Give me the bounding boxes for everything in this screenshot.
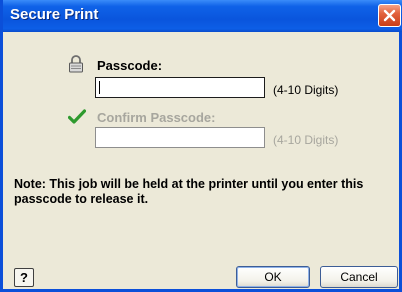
confirm-passcode-hint: (4-10 Digits) (273, 133, 339, 147)
secure-print-dialog: Secure Print Passcode: (4-10 Digits) Con… (0, 0, 402, 292)
window-title: Secure Print (10, 6, 99, 23)
passcode-hint: (4-10 Digits) (273, 83, 339, 97)
check-icon (68, 109, 86, 124)
confirm-passcode-input[interactable] (95, 127, 265, 148)
passcode-label: Passcode: (97, 58, 163, 73)
lock-icon (69, 55, 83, 73)
close-button[interactable] (378, 4, 401, 27)
title-bar[interactable]: Secure Print (3, 0, 402, 32)
cancel-button[interactable]: Cancel (320, 266, 398, 288)
ok-button[interactable]: OK (236, 266, 310, 288)
close-icon (383, 9, 396, 22)
note-text: Note: This job will be held at the print… (14, 177, 364, 206)
help-button[interactable]: ? (14, 268, 34, 287)
text-caret (99, 81, 100, 94)
passcode-input[interactable] (95, 77, 265, 98)
confirm-passcode-label: Confirm Passcode: (97, 110, 216, 125)
